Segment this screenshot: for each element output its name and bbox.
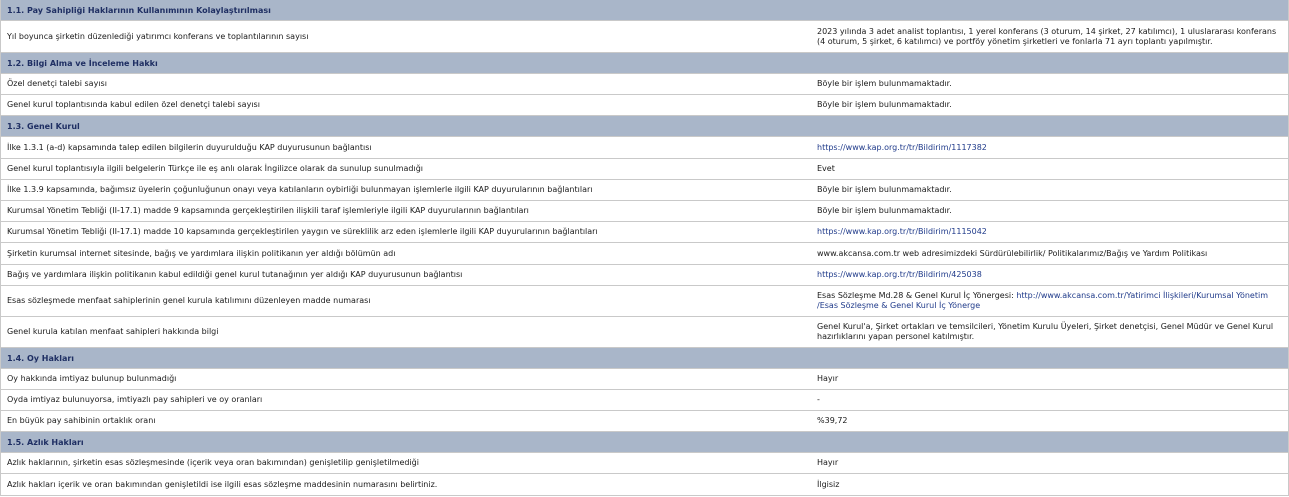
- table-row: Genel kurula katılan menfaat sahipleri h…: [1, 317, 1288, 348]
- table-row: Yıl boyunca şirketin düzenlediği yatırım…: [1, 21, 1288, 53]
- answer-text: Böyle bir işlem bulunmamaktadır.: [817, 206, 952, 215]
- answer-cell: İlgisiz: [813, 480, 1288, 490]
- table-row: Oy hakkında imtiyaz bulunup bulunmadığı H…: [1, 369, 1288, 390]
- table-row: Şirketin kurumsal internet sitesinde, ba…: [1, 243, 1288, 265]
- question-cell: Esas sözleşmede menfaat sahiplerinin gen…: [7, 296, 371, 305]
- question-cell: Bağış ve yardımlara ilişkin politikanın …: [7, 270, 463, 279]
- answer-text: Esas Sözleşme Md.28 & Genel Kurul İç Yön…: [817, 291, 1017, 300]
- question-cell: Şirketin kurumsal internet sitesinde, ba…: [7, 248, 396, 258]
- kap-link[interactable]: https://www.kap.org.tr/tr/Bildirim/11173…: [817, 143, 987, 152]
- answer-cell: https://www.kap.org.tr/tr/Bildirim/42503…: [813, 270, 1288, 280]
- question-cell: Azlık hakları içerik ve oran bakımından …: [7, 479, 438, 489]
- answer-cell: %39,72: [813, 416, 1288, 426]
- answer-text: %39,72: [817, 416, 848, 425]
- answer-text: Evet: [817, 164, 835, 173]
- section-header: 1.4. Oy Hakları: [1, 348, 1288, 369]
- answer-cell: Böyle bir işlem bulunmamaktadır.: [813, 79, 1288, 89]
- kap-link[interactable]: https://www.kap.org.tr/tr/Bildirim/11150…: [817, 227, 987, 236]
- question-cell: İlke 1.3.9 kapsamında, bağımsız üyelerin…: [7, 185, 593, 194]
- answer-cell: Böyle bir işlem bulunmamaktadır.: [813, 100, 1288, 110]
- answer-text: 2023 yılında 3 adet analist toplantısı, …: [817, 26, 1277, 46]
- answer-cell: Böyle bir işlem bulunmamaktadır.: [813, 185, 1288, 195]
- question-cell: Kurumsal Yönetim Tebliği (II-17.1) madde…: [7, 227, 598, 236]
- answer-text: -: [817, 395, 820, 404]
- question-cell: İlke 1.3.1 (a-d) kapsamında talep edilen…: [7, 142, 372, 152]
- answer-text: www.akcansa.com.tr web adresimizdeki Sür…: [817, 248, 1208, 258]
- question-cell: Oy hakkında imtiyaz bulunup bulunmadığı: [7, 374, 177, 383]
- answer-text: Böyle bir işlem bulunmamaktadır.: [817, 100, 952, 109]
- answer-cell: Hayır: [813, 374, 1288, 384]
- section-header: 1.5. Azlık Hakları: [1, 432, 1288, 453]
- table-row: Kurumsal Yönetim Tebliği (II-17.1) madde…: [1, 222, 1288, 243]
- section-header: 1.1. Pay Sahipliği Haklarının Kullanımın…: [1, 0, 1288, 21]
- table-row: En büyük pay sahibinin ortaklık oranı %39…: [1, 411, 1288, 432]
- answer-cell: www.akcansa.com.tr web adresimizdeki Sür…: [813, 249, 1288, 259]
- answer-text: İlgisiz: [817, 479, 840, 489]
- section-header: 1.3. Genel Kurul: [1, 116, 1288, 137]
- answer-cell: Hayır: [813, 458, 1288, 468]
- kap-link[interactable]: https://www.kap.org.tr/tr/Bildirim/42503…: [817, 270, 982, 279]
- table-row: İlke 1.3.9 kapsamında, bağımsız üyelerin…: [1, 180, 1288, 201]
- table-row: Genel kurul toplantısında kabul edilen ö…: [1, 95, 1288, 116]
- answer-text: Hayır: [817, 458, 839, 467]
- question-cell: Genel kurul toplantısıyla ilgili belgele…: [7, 164, 424, 173]
- question-cell: Kurumsal Yönetim Tebliği (II-17.1) madde…: [7, 206, 529, 215]
- question-cell: Oyda imtiyaz bulunuyorsa, imtiyazlı pay …: [7, 395, 263, 404]
- table-row: İlke 1.3.1 (a-d) kapsamında talep edilen…: [1, 137, 1288, 159]
- answer-cell: Böyle bir işlem bulunmamaktadır.: [813, 206, 1288, 216]
- table-row: Özel denetçi talebi sayısı Böyle bir işle…: [1, 74, 1288, 95]
- answer-cell: https://www.kap.org.tr/tr/Bildirim/11173…: [813, 143, 1288, 153]
- table-row: Genel kurul toplantısıyla ilgili belgele…: [1, 159, 1288, 180]
- governance-table: 1.1. Pay Sahipliği Haklarının Kullanımın…: [0, 0, 1289, 496]
- question-cell: Genel kurul toplantısında kabul edilen ö…: [7, 100, 260, 109]
- answer-cell: 2023 yılında 3 adet analist toplantısı, …: [813, 27, 1288, 47]
- table-row: Kurumsal Yönetim Tebliği (II-17.1) madde…: [1, 201, 1288, 222]
- question-cell: Azlık haklarının, şirketin esas sözleşme…: [7, 458, 419, 467]
- question-cell: En büyük pay sahibinin ortaklık oranı: [7, 416, 156, 425]
- table-row: Esas sözleşmede menfaat sahiplerinin gen…: [1, 286, 1288, 317]
- answer-cell: Esas Sözleşme Md.28 & Genel Kurul İç Yön…: [813, 291, 1288, 311]
- answer-text: Hayır: [817, 374, 839, 383]
- answer-text: Böyle bir işlem bulunmamaktadır.: [817, 185, 952, 194]
- answer-cell: -: [813, 395, 1288, 405]
- answer-cell: Evet: [813, 164, 1288, 174]
- question-cell: Yıl boyunca şirketin düzenlediği yatırım…: [7, 31, 309, 41]
- answer-cell: Genel Kurul'a, Şirket ortakları ve temsi…: [813, 322, 1288, 342]
- section-header: 1.2. Bilgi Alma ve İnceleme Hakkı: [1, 53, 1288, 74]
- answer-cell: https://www.kap.org.tr/tr/Bildirim/11150…: [813, 227, 1288, 237]
- table-row: Bağış ve yardımlara ilişkin politikanın …: [1, 265, 1288, 286]
- table-row: Azlık hakları içerik ve oran bakımından …: [1, 474, 1288, 496]
- table-row: Azlık haklarının, şirketin esas sözleşme…: [1, 453, 1288, 474]
- question-cell: Genel kurula katılan menfaat sahipleri h…: [7, 327, 219, 336]
- answer-text: Böyle bir işlem bulunmamaktadır.: [817, 79, 952, 88]
- table-row: Oyda imtiyaz bulunuyorsa, imtiyazlı pay …: [1, 390, 1288, 411]
- answer-text: Genel Kurul'a, Şirket ortakları ve temsi…: [817, 322, 1274, 341]
- question-cell: Özel denetçi talebi sayısı: [7, 79, 107, 88]
